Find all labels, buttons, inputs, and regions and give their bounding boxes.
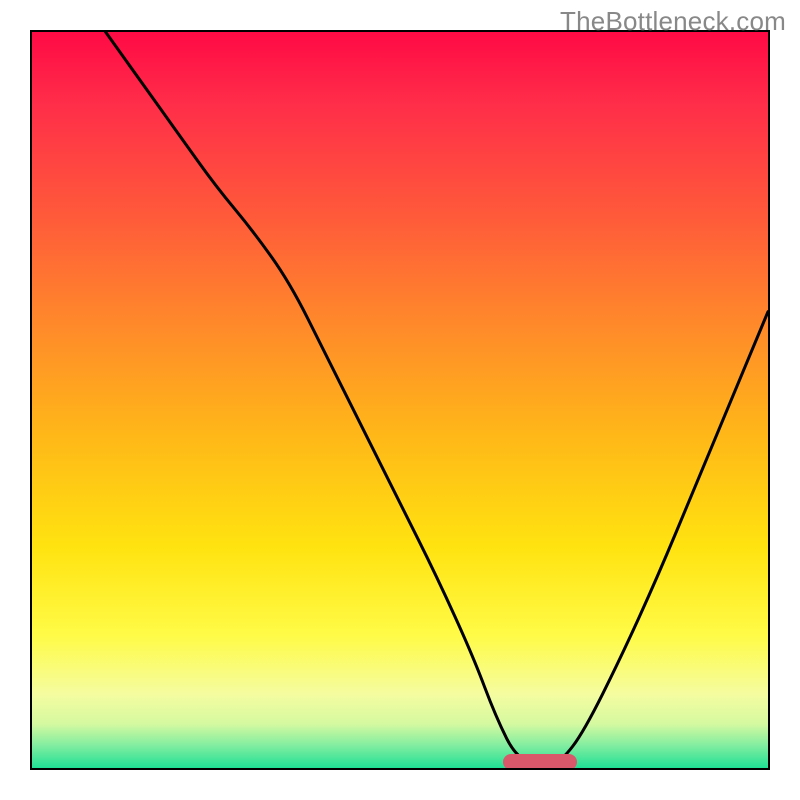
watermark-text: TheBottleneck.com — [560, 6, 786, 37]
optimal-range-marker — [503, 754, 577, 770]
bottleneck-curve-path — [106, 32, 768, 763]
chart-frame: TheBottleneck.com — [0, 0, 800, 800]
plot-area — [30, 30, 770, 770]
bottleneck-curve-svg — [32, 32, 768, 768]
